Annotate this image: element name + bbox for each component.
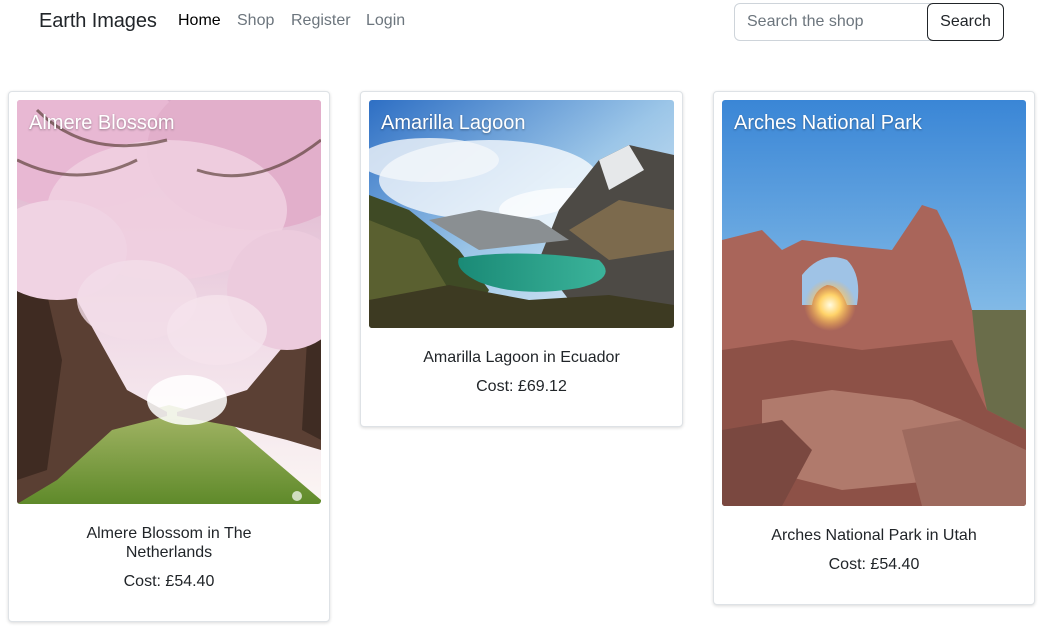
product-card-arches[interactable]: Arches National Park Arches National Par…	[713, 91, 1035, 605]
navbar: Earth Images Home Shop Register Login Se…	[0, 0, 1046, 46]
card-cost: Cost: £54.40	[828, 556, 920, 573]
card-cost: Cost: £54.40	[123, 573, 215, 590]
nav-link-shop[interactable]: Shop	[237, 12, 274, 30]
card-cost: Cost: £69.12	[476, 378, 567, 395]
product-card-amarilla[interactable]: Amarilla Lagoon Amarilla Lagoon in Ecuad…	[360, 91, 683, 427]
arches-image	[722, 100, 1026, 506]
product-card-almere[interactable]: Almere Blossom Almere Blossom in The Net…	[8, 91, 330, 622]
image-title-overlay: Amarilla Lagoon	[381, 112, 526, 134]
image-title-overlay: Arches National Park	[734, 112, 922, 134]
cherry-blossom-image	[17, 100, 321, 504]
image-title-overlay: Almere Blossom	[29, 112, 175, 134]
card-image-amarilla[interactable]: Amarilla Lagoon	[369, 100, 674, 328]
nav-link-home[interactable]: Home	[178, 12, 221, 30]
card-title: Almere Blossom in The Netherlands	[86, 525, 252, 561]
card-image-almere[interactable]: Almere Blossom	[17, 100, 321, 504]
nav-link-login[interactable]: Login	[366, 12, 405, 30]
card-title: Amarilla Lagoon in Ecuador	[423, 349, 620, 366]
card-image-arches[interactable]: Arches National Park	[722, 100, 1026, 506]
brand-logo[interactable]: Earth Images	[39, 10, 157, 33]
card-title: Arches National Park in Utah	[771, 527, 977, 544]
nav-link-register[interactable]: Register	[291, 12, 351, 30]
search-input[interactable]	[734, 3, 931, 41]
search-button[interactable]: Search	[927, 3, 1004, 41]
